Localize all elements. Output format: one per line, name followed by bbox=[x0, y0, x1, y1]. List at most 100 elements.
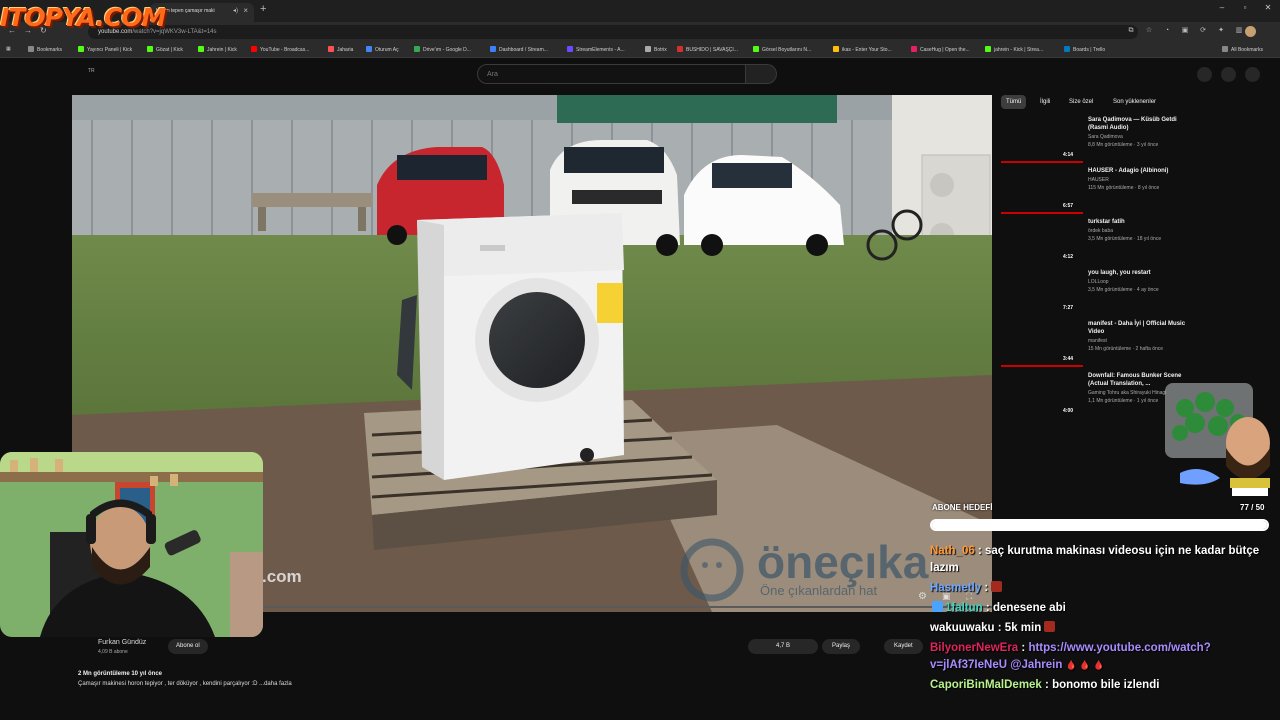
all-bookmarks[interactable]: All Bookmarks bbox=[1222, 46, 1263, 53]
shield-icon[interactable]: ▣ bbox=[1176, 26, 1194, 34]
recommendation-channel[interactable]: LOLLoop bbox=[1088, 279, 1109, 285]
bookmark-favicon-icon bbox=[567, 46, 573, 52]
chat-username[interactable]: Hasmetly bbox=[930, 582, 981, 594]
video-description[interactable]: Çamaşır makinesi horon tepiyor , ter dök… bbox=[78, 681, 292, 687]
chat-drop-emote-icon: 🩸 🩸 🩸 bbox=[1065, 660, 1105, 670]
video-info: Furkan Gündüz 4,09 B abone Abone ol 4,7 … bbox=[72, 636, 992, 696]
recommendation-channel[interactable]: Sara Qadimova bbox=[1088, 134, 1123, 140]
create-icon[interactable] bbox=[1197, 67, 1212, 82]
browser-tab-active[interactable]: Horon tepen çamaşır maki ◂) × bbox=[150, 3, 254, 22]
bookmark-item[interactable]: Yayıncı Paneli | Kick bbox=[78, 46, 132, 53]
bookmark-favicon-icon bbox=[78, 46, 84, 52]
chat-emote-icon bbox=[991, 581, 1003, 592]
save-button[interactable]: Kaydet bbox=[884, 639, 923, 654]
chat-username[interactable]: 1faltun bbox=[945, 602, 983, 614]
recommendation-title[interactable]: Sara Qadimova — Küsüb Getdi (Rasmi Audio… bbox=[1088, 116, 1188, 132]
recommendation-title[interactable]: HAUSER - Adagio (Albinoni) bbox=[1088, 167, 1188, 175]
recommendation-duration: 7:27 bbox=[1063, 305, 1074, 311]
apps-icon[interactable]: ▦ bbox=[6, 46, 11, 52]
bookmark-item[interactable]: ikas - Enter Your Sto... bbox=[833, 46, 892, 53]
channel-subscribers: 4,09 B abone bbox=[98, 649, 128, 655]
chat-mention[interactable]: @Jahrein bbox=[1010, 659, 1062, 671]
recommendation-meta: 15 Mn görüntüleme · 2 hafta önce bbox=[1088, 346, 1164, 352]
recommendation-channel[interactable]: HAUSER bbox=[1088, 177, 1109, 183]
chip-for-you[interactable]: Size özel bbox=[1064, 95, 1098, 109]
channel-name[interactable]: Furkan Gündüz bbox=[98, 639, 146, 646]
like-button[interactable]: 4,7 B bbox=[748, 639, 818, 654]
recommendation-channel[interactable]: ördek baba bbox=[1088, 228, 1113, 234]
chip-related[interactable]: İlgili bbox=[1035, 95, 1055, 109]
recommendation-title[interactable]: you laugh, you restart bbox=[1088, 269, 1188, 277]
recommendation-meta: 115 Mn görüntüleme · 8 yıl önce bbox=[1088, 185, 1160, 191]
audio-icon[interactable]: ◂) bbox=[233, 7, 238, 14]
chat-username[interactable]: BilyonerNewEra bbox=[930, 642, 1018, 654]
bookmark-item[interactable]: Jahrein | Kick bbox=[198, 46, 237, 53]
bookmark-item[interactable]: Drive'ım - Google D... bbox=[414, 46, 471, 53]
bookmark-label: BUSHIDO | SAVAŞÇI... bbox=[686, 47, 738, 53]
address-bar[interactable]: youtube.com/watch?v=jqWKV3w-LTA&t=14s bbox=[88, 25, 1138, 39]
share-button[interactable]: Paylaş bbox=[822, 639, 861, 654]
recommendation-channel[interactable]: Gaming Tohru aka Shirayuki Hinagi bbox=[1088, 390, 1166, 396]
webcam-feed bbox=[0, 452, 263, 637]
install-icon[interactable]: ⧉ bbox=[1122, 27, 1140, 35]
new-tab-button[interactable]: + bbox=[260, 3, 266, 15]
bookmark-item[interactable]: Jaharia bbox=[328, 46, 353, 53]
bookmark-favicon-icon bbox=[833, 46, 839, 52]
chat-username[interactable]: CaporiBinMalDemek bbox=[930, 679, 1042, 691]
account-avatar[interactable] bbox=[1245, 67, 1260, 82]
subscriber-goal-count: 77 / 50 bbox=[1240, 503, 1265, 512]
bookmark-item[interactable]: jahrein - Kick | Strea... bbox=[985, 46, 1043, 53]
recommendation-channel[interactable]: manifest bbox=[1088, 338, 1107, 344]
bookmark-label: StreamElements - A... bbox=[576, 47, 625, 53]
chat-text: saç kurutma makinası videosu için ne kad… bbox=[930, 545, 1260, 574]
bookmark-item[interactable]: CaseHug | Open the... bbox=[911, 46, 970, 53]
search-input[interactable]: Ara bbox=[477, 64, 746, 84]
close-window-icon[interactable]: ✕ bbox=[1258, 3, 1278, 12]
recommendation-meta: 8,8 Mn görüntüleme · 3 yıl önce bbox=[1088, 142, 1159, 148]
chat-username[interactable]: Nath_06 bbox=[930, 545, 975, 557]
notifications-icon[interactable] bbox=[1221, 67, 1236, 82]
recommendation-title[interactable]: turkstar fatih bbox=[1088, 218, 1188, 226]
channel-watermark: öneçıka bbox=[757, 536, 929, 588]
recommendation-item[interactable]: 4:12 turkstar fatih ördek baba 3,5 Mn görün… bbox=[1001, 218, 1191, 268]
bookmark-favicon-icon bbox=[490, 46, 496, 52]
puzzle-icon[interactable]: ✦ bbox=[1212, 26, 1230, 34]
bookmark-item[interactable]: Dashboard / Stream... bbox=[490, 46, 548, 53]
bookmark-favicon-icon bbox=[645, 46, 651, 52]
search-button[interactable] bbox=[746, 64, 777, 84]
recommendation-item[interactable]: 3:44 manifest - Daha İyi | Official Music… bbox=[1001, 320, 1191, 370]
bookmark-item[interactable]: BUSHIDO | SAVAŞÇI... bbox=[677, 46, 738, 53]
bookmark-item[interactable]: Botrix bbox=[645, 46, 667, 53]
bookmark-item[interactable]: Bookmarks bbox=[28, 46, 62, 53]
chip-recent[interactable]: Son yüklenenler bbox=[1108, 95, 1161, 109]
extension-icon[interactable]: ◔ bbox=[1158, 27, 1176, 34]
chat-username[interactable]: wakuuwaku bbox=[930, 622, 995, 634]
bookmark-label: Oturum Aç bbox=[375, 47, 399, 53]
settings-icon[interactable]: ⚙ bbox=[918, 591, 927, 602]
minimize-icon[interactable]: – bbox=[1212, 3, 1232, 12]
subscribe-button[interactable]: Abone ol bbox=[168, 639, 208, 654]
maximize-icon[interactable]: ▫ bbox=[1235, 3, 1255, 12]
bookmark-favicon-icon bbox=[1064, 46, 1070, 52]
recommendation-item[interactable]: 4:14 Sara Qadimova — Küsüb Getdi (Rasmi A… bbox=[1001, 116, 1191, 166]
chip-all[interactable]: Tümü bbox=[1001, 95, 1027, 109]
bookmark-label: YouTube - Broadcas... bbox=[260, 47, 310, 53]
recommendation-duration: 4:12 bbox=[1063, 254, 1074, 260]
bookmark-item[interactable]: StreamElements - A... bbox=[567, 46, 625, 53]
bookmark-item[interactable]: Gözat | Kick bbox=[147, 46, 183, 53]
recommendation-duration: 3:44 bbox=[1063, 356, 1074, 362]
chat-text: 5k min bbox=[1004, 622, 1042, 634]
recommendation-title[interactable]: manifest - Daha İyi | Official Music Vid… bbox=[1088, 320, 1188, 336]
recommendation-item[interactable]: 6:57 HAUSER - Adagio (Albinoni) HAUSER 115 … bbox=[1001, 167, 1191, 217]
bookmark-favicon-icon bbox=[985, 46, 991, 52]
bookmark-item[interactable]: Boards | Trello bbox=[1064, 46, 1105, 53]
bookmark-item[interactable]: Görsel Boyutlarını N... bbox=[753, 46, 811, 53]
bookmark-item[interactable]: Oturum Aç bbox=[366, 46, 399, 53]
profile-avatar[interactable] bbox=[1245, 26, 1256, 37]
close-tab-icon[interactable]: × bbox=[243, 6, 248, 15]
bookmark-star-icon[interactable]: ☆ bbox=[1140, 26, 1158, 34]
bookmark-item[interactable]: YouTube - Broadcas... bbox=[251, 46, 309, 53]
bookmark-label: Görsel Boyutlarını N... bbox=[762, 47, 812, 53]
recommendation-item[interactable]: 7:27 you laugh, you restart LOLLoop 3,5 Mn … bbox=[1001, 269, 1191, 319]
translate-icon[interactable]: ⟳ bbox=[1194, 26, 1212, 34]
